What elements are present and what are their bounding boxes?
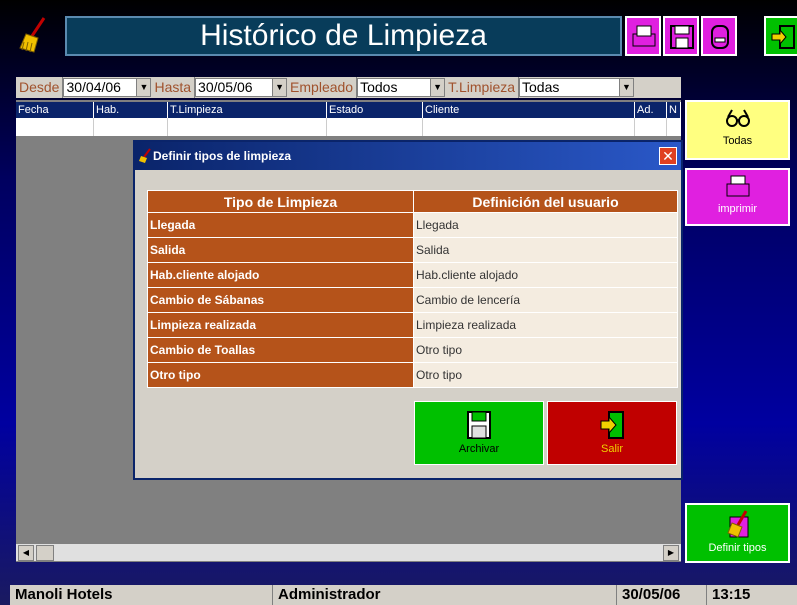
glasses-icon — [687, 108, 788, 131]
tipo-header: Tipo de Limpieza — [147, 190, 414, 213]
todas-label: Todas — [722, 135, 753, 147]
table-row: Salida Salida — [147, 237, 678, 263]
tipo-cell: Cambio de Toallas — [147, 337, 414, 363]
status-time: 13:15 — [712, 586, 751, 603]
chevron-down-icon[interactable]: ▼ — [619, 79, 634, 96]
desde-value: 30/04/06 — [66, 79, 121, 95]
imprimir-label: imprimir — [717, 203, 758, 215]
tlimpieza-value: Todas — [522, 79, 560, 95]
table-row: Limpieza realizada Limpieza realizada — [147, 312, 678, 338]
empleado-label: Empleado — [287, 77, 358, 98]
archivar-button[interactable]: Archivar — [414, 401, 544, 465]
definir-tipos-button[interactable]: Definir tipos — [685, 503, 790, 563]
archivar-label: Archivar — [458, 443, 500, 455]
column-header[interactable]: Estado — [327, 102, 423, 118]
dialog-title: Definir tipos de limpieza — [135, 142, 681, 170]
definir-tipos-label: Definir tipos — [708, 542, 767, 554]
column-header[interactable]: N — [667, 102, 681, 118]
printer-icon — [687, 174, 788, 201]
broom-icon — [687, 509, 788, 542]
salir-label: Salir — [600, 443, 623, 455]
empleado-select[interactable]: Todos ▼ — [357, 78, 446, 97]
definicion-field[interactable]: Salida — [413, 237, 678, 263]
definicion-field[interactable]: Otro tipo — [413, 337, 678, 363]
chevron-down-icon[interactable]: ▼ — [136, 79, 151, 96]
exit-button[interactable] — [764, 16, 797, 56]
broom-icon — [138, 148, 152, 169]
page-title: Histórico de Limpieza — [65, 16, 622, 56]
tipo-cell: Hab.cliente alojado — [147, 262, 414, 288]
tipo-cell: Salida — [147, 237, 414, 263]
column-header[interactable]: Hab. — [94, 102, 168, 118]
door-button[interactable] — [701, 16, 737, 56]
empleado-value: Todos — [360, 79, 398, 95]
column-header[interactable]: Fecha — [16, 102, 94, 118]
chevron-down-icon[interactable]: ▼ — [430, 79, 445, 96]
hasta-select[interactable]: 30/05/06 ▼ — [195, 78, 288, 97]
app-header: Histórico de Limpieza — [10, 10, 797, 58]
tlimpieza-label: T.Limpieza — [445, 77, 520, 98]
definicion-field[interactable]: Hab.cliente alojado — [413, 262, 678, 288]
column-header[interactable]: T.Limpieza — [168, 102, 327, 118]
definicion-field[interactable]: Limpieza realizada — [413, 312, 678, 338]
scroll-thumb[interactable] — [36, 545, 54, 561]
desde-label: Desde — [16, 77, 64, 98]
table-row[interactable] — [16, 118, 681, 136]
table-row: Cambio de Toallas Otro tipo — [147, 337, 678, 363]
dialog-body: Tipo de Limpieza Definición del usuario … — [135, 170, 681, 478]
tipo-cell: Cambio de Sábanas — [147, 287, 414, 313]
table-row: Cambio de Sábanas Cambio de lencería — [147, 287, 678, 313]
definicion-field[interactable]: Otro tipo — [413, 362, 678, 388]
definicion-field[interactable]: Llegada — [413, 212, 678, 238]
table-row: Otro tipo Otro tipo — [147, 362, 678, 388]
table-row: Hab.cliente alojado Hab.cliente alojado — [147, 262, 678, 288]
hasta-label: Hasta — [151, 77, 196, 98]
table-row: Llegada Llegada — [147, 212, 678, 238]
definicion-header: Definición del usuario — [413, 190, 678, 213]
horizontal-scrollbar[interactable]: ◀ ▶ — [16, 543, 681, 561]
status-company: Manoli Hotels — [10, 585, 273, 605]
scroll-left-icon[interactable]: ◀ — [18, 545, 34, 561]
tipo-cell: Limpieza realizada — [147, 312, 414, 338]
status-bar: Manoli Hotels Administrador 30/05/06 13:… — [10, 585, 797, 605]
desde-select[interactable]: 30/04/06 ▼ — [63, 78, 152, 97]
floppy-icon — [415, 410, 543, 443]
tipo-cell: Llegada — [147, 212, 414, 238]
tlimpieza-select[interactable]: Todas ▼ — [519, 78, 635, 97]
chevron-down-icon[interactable]: ▼ — [272, 79, 287, 96]
status-user: Administrador — [273, 585, 617, 605]
column-header[interactable]: Cliente — [423, 102, 635, 118]
scroll-right-icon[interactable]: ▶ — [663, 545, 679, 561]
types-header: Tipo de Limpieza Definición del usuario — [147, 190, 678, 213]
grid-header: Fecha Hab. T.Limpieza Estado Cliente Ad.… — [16, 102, 681, 118]
define-types-dialog: Definir tipos de limpieza ✕ Tipo de Limp… — [133, 140, 683, 480]
close-icon[interactable]: ✕ — [659, 147, 677, 165]
hasta-value: 30/05/06 — [198, 79, 253, 95]
broom-icon — [16, 14, 56, 54]
exit-door-icon — [548, 410, 676, 443]
tipo-cell: Otro tipo — [147, 362, 414, 388]
status-date: 30/05/06 — [617, 585, 707, 605]
definicion-field[interactable]: Cambio de lencería — [413, 287, 678, 313]
column-header[interactable]: Ad. — [635, 102, 667, 118]
salir-button[interactable]: Salir — [547, 401, 677, 465]
filter-bar: Desde 30/04/06 ▼ Hasta 30/05/06 ▼ Emplea… — [16, 77, 681, 98]
todas-button[interactable]: Todas — [685, 100, 790, 160]
imprimir-button[interactable]: imprimir — [685, 168, 790, 226]
save-button[interactable] — [663, 16, 699, 56]
print-button[interactable] — [625, 16, 661, 56]
types-table: Tipo de Limpieza Definición del usuario … — [147, 190, 678, 388]
